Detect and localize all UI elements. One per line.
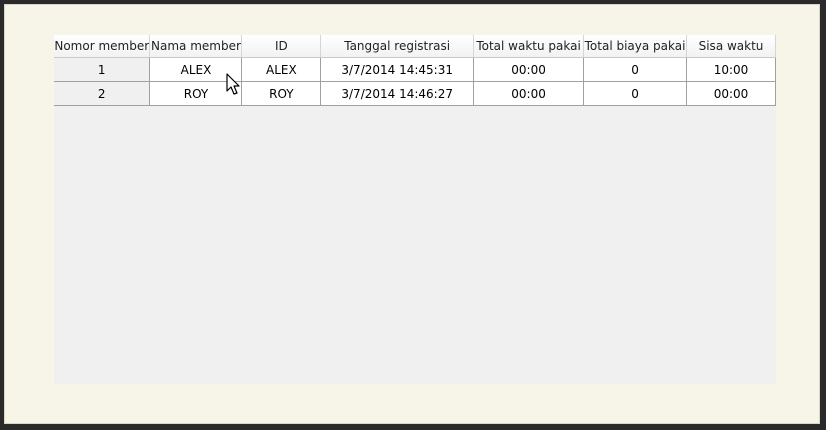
cell-sisa-waktu[interactable]: 00:00 [686, 81, 776, 106]
header-row: Nomor member Nama member ID Tanggal regi… [54, 35, 776, 58]
column-header-total-biaya-pakai[interactable]: Total biaya pakai [583, 35, 688, 58]
cell-tanggal-registrasi[interactable]: 3/7/2014 14:46:27 [320, 81, 475, 106]
column-header-sisa-waktu[interactable]: Sisa waktu [686, 35, 776, 58]
table-row[interactable]: 1 ALEX ALEX 3/7/2014 14:45:31 00:00 0 10… [54, 57, 776, 82]
column-header-tanggal-registrasi[interactable]: Tanggal registrasi [320, 35, 475, 58]
cell-nomor-member[interactable]: 2 [54, 81, 151, 106]
cell-sisa-waktu[interactable]: 10:00 [686, 57, 776, 82]
cell-total-biaya-pakai[interactable]: 0 [583, 81, 688, 106]
cell-nomor-member[interactable]: 1 [54, 57, 151, 82]
table-row[interactable]: 2 ROY ROY 3/7/2014 14:46:27 00:00 0 00:0… [54, 81, 776, 106]
cell-id[interactable]: ROY [241, 81, 322, 106]
column-header-nama-member[interactable]: Nama member [149, 35, 243, 58]
column-header-id[interactable]: ID [241, 35, 322, 58]
cell-total-biaya-pakai[interactable]: 0 [583, 57, 688, 82]
cell-tanggal-registrasi[interactable]: 3/7/2014 14:45:31 [320, 57, 475, 82]
cell-total-waktu-pakai[interactable]: 00:00 [473, 57, 585, 82]
mouse-pointer-icon [226, 73, 240, 95]
member-table: Nomor member Nama member ID Tanggal regi… [54, 35, 776, 106]
content-panel: Nomor member Nama member ID Tanggal regi… [4, 4, 820, 424]
member-grid[interactable]: Nomor member Nama member ID Tanggal regi… [54, 35, 776, 384]
column-header-total-waktu-pakai[interactable]: Total waktu pakai [473, 35, 585, 58]
column-header-nomor-member[interactable]: Nomor member [54, 35, 151, 58]
window-frame: Nomor member Nama member ID Tanggal regi… [0, 0, 826, 430]
cell-total-waktu-pakai[interactable]: 00:00 [473, 81, 585, 106]
cell-id[interactable]: ALEX [241, 57, 322, 82]
